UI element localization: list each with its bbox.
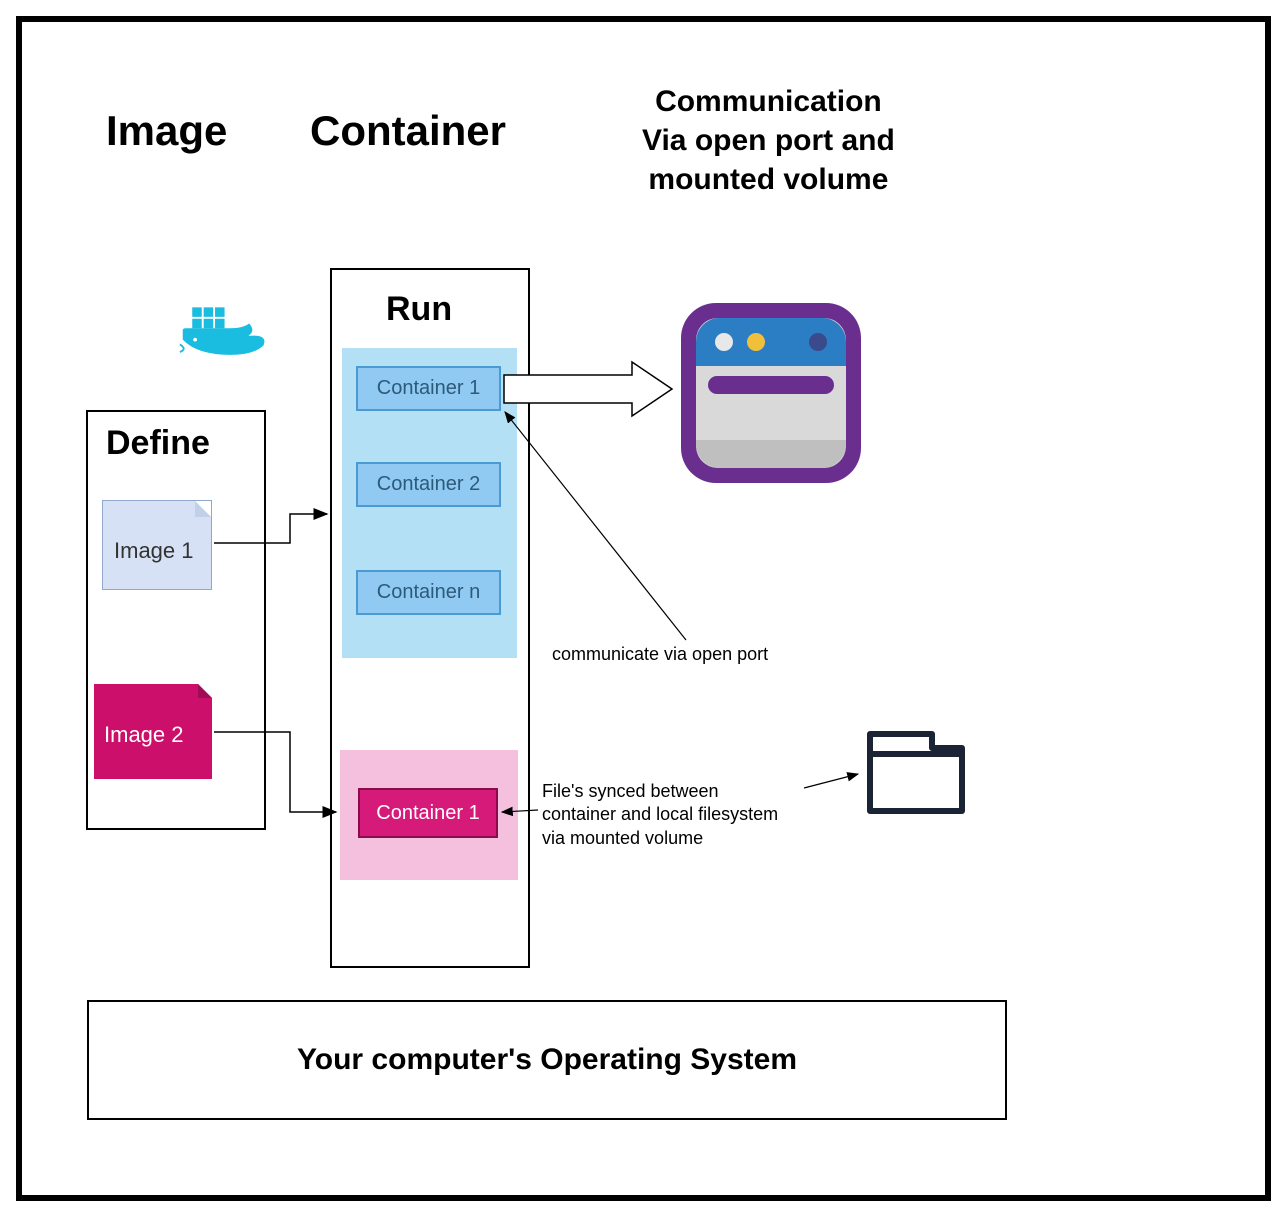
app-window-icon — [676, 298, 866, 488]
image1-label: Image 1 — [114, 538, 194, 564]
pink-container1-box: Container 1 — [358, 788, 498, 838]
os-box: Your computer's Operating System — [87, 1000, 1007, 1120]
communicate-annotation: communicate via open port — [552, 643, 768, 666]
heading-communication: Communication Via open port and mounted … — [642, 82, 895, 199]
docker-whale-icon — [178, 298, 273, 368]
os-label: Your computer's Operating System — [297, 1043, 797, 1077]
container1-box: Container 1 — [356, 366, 501, 411]
heading-container: Container — [310, 107, 506, 155]
open-port-label: Open port — [572, 381, 630, 396]
diagram-frame: Image Container Communication Via open p… — [16, 16, 1271, 1201]
filesync-annotation: File's synced between container and loca… — [542, 780, 778, 850]
run-title: Run — [386, 290, 452, 329]
container2-box: Container 2 — [356, 462, 501, 507]
image2-label: Image 2 — [104, 722, 184, 748]
container-n-box: Container n — [356, 570, 501, 615]
folder-icon — [862, 726, 972, 821]
heading-image: Image — [106, 107, 227, 155]
define-title: Define — [106, 424, 210, 463]
